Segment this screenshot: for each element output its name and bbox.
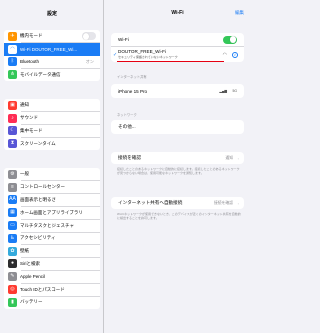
sidebar-group-notifications: ▣ 通知 ♪ サウンド ☾ 集中モード ⧗ スクリーンタイム — [4, 99, 100, 151]
sidebar-item-label: コントロールセンター — [20, 184, 65, 190]
gear-icon: ⚙ — [8, 169, 17, 179]
sidebar-item[interactable]: ᛒ Bluetooth オン — [4, 56, 100, 69]
sidebar-item[interactable]: ◎ Touch IDとパスコード — [4, 283, 100, 296]
wifi-icon: ◠ — [8, 44, 17, 54]
sidebar-item-label: Siriと検索 — [20, 260, 40, 266]
checkmark-icon: ✓ — [113, 51, 118, 58]
sidebar-item[interactable]: ♪ サウンド — [4, 112, 100, 125]
ask-to-join-value: 通知 — [225, 155, 233, 160]
info-icon[interactable]: i — [232, 51, 238, 58]
sidebar-item-label: サウンド — [20, 115, 38, 121]
sidebar-item[interactable]: ● Siriと検索 — [4, 258, 100, 271]
auto-hotspot-value: 接続を確認 — [214, 200, 233, 205]
other-network-row[interactable]: その他... — [111, 120, 244, 134]
edit-button[interactable]: 編集 — [235, 10, 244, 16]
wifi-signal-icon: ◠ — [222, 51, 227, 58]
pencil-icon: ✎ — [8, 272, 17, 282]
chevron-right-icon: › — [237, 155, 239, 161]
other-network-label: その他... — [118, 124, 136, 129]
sidebar-item-value: オン — [85, 58, 94, 64]
antenna-icon: ⋔ — [8, 70, 17, 80]
sidebar-item-label: Bluetooth — [20, 59, 40, 65]
wifi-detail-pane: Wi-Fi 編集 Wi-Fi ✓ DOUTOR_FREE_Wi-Fi セキュリテ… — [105, 0, 250, 333]
chevron-right-icon: › — [237, 200, 239, 206]
auto-hotspot-footer: Wi-Fiネットワークが使用できないとき、このデバイスが近くのインターネット共有… — [117, 212, 241, 221]
siri-icon: ● — [8, 259, 17, 269]
sidebar-item[interactable]: ✎ Apple Pencil — [4, 270, 100, 283]
hotspot-card: iPhone 15 Pro ▂▄▆ 5G — [111, 84, 244, 98]
airplane-icon: ✈ — [8, 31, 17, 41]
sidebar-group-general: ⚙ 一般 ≡ コントロールセンター AA 画面表示と明るさ ▦ ホーム画面とアプリライブラリ ▭… — [4, 168, 100, 309]
hotspot-section-header: インターネット共有 — [117, 75, 147, 79]
sidebar-item[interactable]: ◠ Wi-Fi DOUTOR_FREE_Wi... — [4, 42, 100, 56]
sidebar-item[interactable]: ⧗ スクリーンタイム — [4, 137, 100, 150]
hotspot-name: iPhone 15 Pro — [118, 88, 148, 94]
sidebar-item[interactable]: ▦ ホーム画面とアプリライブラリ — [4, 206, 100, 219]
ask-to-join-row[interactable]: 接続を確認 通知 › — [111, 152, 244, 164]
wifi-label: Wi-Fi — [118, 37, 129, 42]
bluetooth-icon: ᛒ — [8, 57, 17, 67]
home-grid-icon: ▦ — [8, 208, 17, 218]
sidebar-item-label: ホーム画面とアプリライブラリ — [20, 209, 83, 215]
settings-sidebar: 設定 ✈ 機内モード ◠ Wi-Fi DOUTOR_FREE_Wi... ᛒ Blueto… — [0, 0, 104, 333]
wifi-card: Wi-Fi ✓ DOUTOR_FREE_Wi-Fi セキュリティ保護されていない… — [111, 33, 244, 62]
airplane-mode-toggle[interactable] — [82, 32, 96, 41]
sidebar-item[interactable]: ⋔ モバイルデータ通信 — [4, 68, 100, 81]
ask-to-join-footer: 接続したことのあるネットワークに自動的に接続します。接続したことのあるネットワー… — [117, 167, 240, 176]
moon-icon: ☾ — [8, 126, 17, 136]
brightness-icon: AA — [8, 195, 17, 205]
sidebar-item-label: Wi-Fi DOUTOR_FREE_Wi... — [20, 46, 78, 52]
ask-to-join-label: 接続を確認 — [118, 155, 141, 160]
page-title: Wi-Fi — [171, 10, 184, 16]
sidebar-item-label: 画面表示と明るさ — [20, 196, 56, 202]
sidebar-item-label: 通知 — [20, 102, 29, 108]
connected-network-row[interactable]: ✓ DOUTOR_FREE_Wi-Fi セキュリティ保護されていないネットワーク… — [111, 47, 244, 62]
sidebar-item-label: バッテリー — [20, 299, 43, 305]
sidebar-item-label: 機内モード — [20, 33, 43, 39]
sidebar-item[interactable]: AA 画面表示と明るさ — [4, 194, 100, 207]
accessibility-icon: ♿ — [8, 233, 17, 243]
wallpaper-icon: ✿ — [8, 246, 17, 256]
notification-icon: ▣ — [8, 100, 17, 110]
hotspot-row[interactable]: iPhone 15 Pro ▂▄▆ 5G — [111, 84, 244, 98]
sidebar-item[interactable]: ⚙ 一般 — [4, 168, 100, 181]
multitask-icon: ▭ — [8, 221, 17, 231]
auto-hotspot-label: インターネット共有へ自動接続 — [118, 200, 183, 205]
sidebar-item-label: 壁紙 — [20, 248, 29, 254]
wifi-toggle[interactable] — [223, 35, 237, 44]
ask-to-join-card: 接続を確認 通知 › — [111, 152, 244, 164]
sidebar-title: 設定 — [46, 11, 57, 17]
hourglass-icon: ⧗ — [8, 139, 17, 149]
sidebar-item[interactable]: ✈ 機内モード — [4, 30, 100, 43]
speaker-icon: ♪ — [8, 113, 17, 123]
auto-hotspot-card: インターネット共有へ自動接続 接続を確認 › — [111, 197, 244, 209]
networks-section-header: ネットワーク — [117, 113, 137, 117]
sidebar-group-connectivity: ✈ 機内モード ◠ Wi-Fi DOUTOR_FREE_Wi... ᛒ Bluetooth… — [4, 30, 100, 82]
sidebar-item-label: マルチタスクとジェスチャ — [20, 222, 74, 228]
sidebar-item-label: 一般 — [20, 171, 29, 177]
battery-icon: ▮ — [8, 297, 17, 307]
hotspot-signal-type: 5G — [232, 89, 237, 93]
sidebar-item-label: Touch IDとパスコード — [20, 286, 65, 292]
sidebar-item[interactable]: ▣ 通知 — [4, 99, 100, 112]
sidebar-item-label: モバイルデータ通信 — [20, 71, 61, 77]
connected-network-subtitle: セキュリティ保護されていないネットワーク — [118, 54, 178, 59]
sidebar-item-label: Apple Pencil — [20, 274, 46, 280]
sidebar-item[interactable]: ♿ アクセシビリティ — [4, 232, 100, 245]
sidebar-item[interactable]: ☾ 集中モード — [4, 125, 100, 138]
other-networks-card: その他... — [111, 120, 244, 134]
sidebar-item-label: アクセシビリティ — [20, 235, 56, 241]
fingerprint-icon: ◎ — [8, 285, 17, 295]
sidebar-item[interactable]: ≡ コントロールセンター — [4, 181, 100, 194]
sidebar-item[interactable]: ✿ 壁紙 — [4, 245, 100, 258]
sidebar-item-label: スクリーンタイム — [20, 140, 56, 146]
cellular-signal-icon: ▂▄▆ — [219, 89, 227, 93]
sidebar-item[interactable]: ▮ バッテリー — [4, 296, 100, 309]
sidebar-item-label: 集中モード — [20, 127, 43, 133]
highlight-underline — [117, 61, 224, 62]
sidebar-item[interactable]: ▭ マルチタスクとジェスチャ — [4, 219, 100, 232]
auto-hotspot-row[interactable]: インターネット共有へ自動接続 接続を確認 › — [111, 197, 244, 209]
wifi-toggle-row: Wi-Fi — [111, 33, 244, 47]
switches-icon: ≡ — [8, 182, 17, 192]
